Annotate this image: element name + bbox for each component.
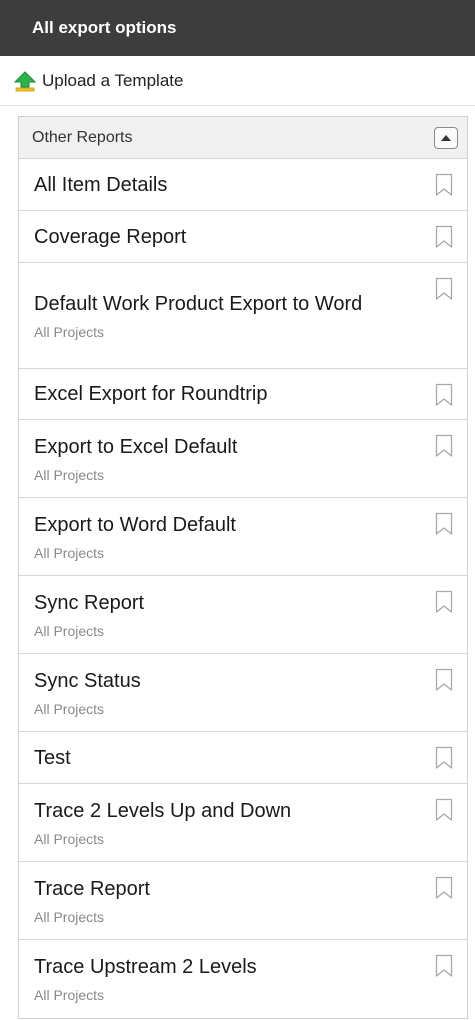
bookmark-icon[interactable] [435, 173, 453, 197]
report-title: Sync Status [34, 669, 141, 692]
bookmark-icon[interactable] [435, 668, 453, 692]
collapse-button[interactable] [434, 126, 458, 149]
report-item[interactable]: Sync Status All Projects [19, 654, 467, 732]
report-title: Trace Report [34, 877, 150, 900]
report-title: All Item Details [34, 173, 168, 196]
report-scope: All Projects [34, 544, 105, 561]
collapse-up-icon [441, 134, 451, 141]
report-scope: All Projects [34, 466, 105, 483]
upload-arrow-icon [13, 70, 37, 92]
report-scope: All Projects [34, 622, 105, 639]
bookmark-icon[interactable] [435, 512, 453, 536]
report-title: Export to Excel Default [34, 435, 238, 458]
bookmark-icon[interactable] [435, 434, 453, 458]
bookmark-icon[interactable] [435, 954, 453, 978]
report-title: Test [34, 746, 71, 769]
panel-title: All export options [32, 18, 177, 37]
report-title: Default Work Product Export to Word [34, 292, 363, 315]
report-item[interactable]: Trace Report All Projects [19, 862, 467, 940]
bookmark-icon[interactable] [435, 746, 453, 770]
bookmark-icon[interactable] [435, 383, 453, 407]
export-options-panel: All export options Upload a Template Oth… [0, 0, 475, 1020]
other-reports-section: Other Reports All Item Details Coverage R… [18, 116, 468, 1019]
report-title: Trace Upstream 2 Levels [34, 956, 257, 978]
report-item[interactable]: All Item Details [19, 159, 467, 211]
bookmark-icon[interactable] [435, 225, 453, 249]
report-title: Excel Export for Roundtrip [34, 383, 268, 405]
report-item[interactable]: Coverage Report [19, 211, 467, 263]
report-scope: All Projects [34, 323, 105, 340]
report-item[interactable]: Export to Word Default All Projects [19, 498, 467, 576]
section-title: Other Reports [32, 128, 133, 146]
section-header: Other Reports [19, 117, 467, 159]
bookmark-icon[interactable] [435, 590, 453, 614]
report-item[interactable]: Export to Excel Default All Projects [19, 420, 467, 498]
upload-template-link[interactable]: Upload a Template [0, 56, 475, 106]
report-title: Trace 2 Levels Up and Down [34, 799, 292, 822]
panel-header: All export options [0, 0, 475, 56]
report-item[interactable]: Default Work Product Export to Word All P… [19, 263, 467, 369]
report-item[interactable]: Excel Export for Roundtrip [19, 369, 467, 420]
bookmark-icon[interactable] [435, 876, 453, 900]
report-scope: All Projects [34, 987, 105, 1003]
report-item[interactable]: Sync Report All Projects [19, 576, 467, 654]
bookmark-icon[interactable] [435, 277, 453, 301]
report-title: Sync Report [34, 591, 145, 614]
bookmark-icon[interactable] [435, 798, 453, 822]
report-scope: All Projects [34, 830, 105, 847]
report-item[interactable]: Trace 2 Levels Up and Down All Projects [19, 784, 467, 862]
upload-template-label: Upload a Template [42, 70, 184, 90]
report-scope: All Projects [34, 700, 105, 717]
report-title: Coverage Report [34, 225, 187, 248]
report-list: All Item Details Coverage Report Default W… [19, 159, 467, 1018]
report-item[interactable]: Trace Upstream 2 Levels All Projects [19, 940, 467, 1018]
report-scope: All Projects [34, 908, 105, 925]
report-item[interactable]: Test [19, 732, 467, 784]
report-title: Export to Word Default [34, 513, 236, 536]
